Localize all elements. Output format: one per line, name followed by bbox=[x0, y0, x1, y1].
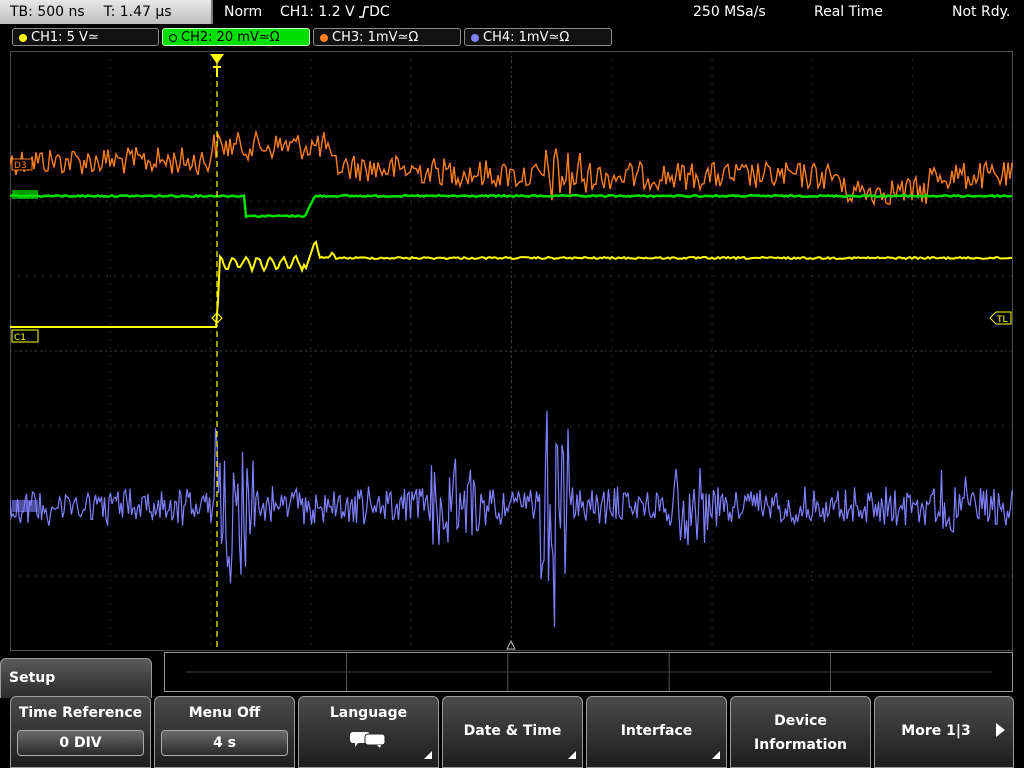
submenu-indicator-icon bbox=[712, 751, 720, 759]
date-time-key[interactable]: Date & Time bbox=[442, 696, 583, 768]
trigger-time-value: T: 1.47 µs bbox=[103, 4, 172, 20]
trigger-coupling: DC bbox=[369, 4, 390, 20]
waveform-display[interactable]: D3 C1 TL bbox=[10, 51, 1013, 651]
submenu-indicator-icon bbox=[424, 751, 432, 759]
trigger-mode[interactable]: Norm bbox=[224, 0, 262, 24]
tab-ch2[interactable]: CH2: 20 mV≃Ω bbox=[162, 28, 310, 46]
sample-rate: 250 MSa/s bbox=[693, 4, 766, 20]
tab-ch1[interactable]: CH1: 5 V≃ bbox=[12, 28, 159, 46]
ch4-marker[interactable] bbox=[12, 500, 38, 512]
ch2-color-icon bbox=[169, 34, 177, 42]
tab-ch2-label: CH2: 20 mV≃Ω bbox=[181, 30, 280, 45]
language-label: Language bbox=[329, 705, 408, 721]
ch3-marker[interactable]: D3 bbox=[11, 158, 33, 171]
menu-off-key[interactable]: Menu Off 4 s bbox=[154, 696, 295, 768]
menu-title: Setup bbox=[0, 658, 152, 698]
ch2-marker[interactable] bbox=[12, 190, 38, 199]
device-information-label-2: Information bbox=[754, 737, 847, 753]
zoom-strip[interactable] bbox=[164, 652, 1013, 692]
time-reference-label: Time Reference bbox=[18, 705, 143, 721]
ch3-color-icon bbox=[320, 34, 328, 42]
date-time-label: Date & Time bbox=[463, 723, 562, 739]
ch4-color-icon bbox=[471, 34, 479, 42]
strip-grid bbox=[185, 653, 992, 691]
ch3-marker-label: D3 bbox=[14, 161, 27, 171]
time-reference-key[interactable]: Time Reference 0 DIV bbox=[10, 696, 151, 768]
language-key[interactable]: Language bbox=[298, 696, 439, 768]
acquisition-state: Not Rdy. bbox=[952, 4, 1011, 20]
timebase-value: TB: 500 ns bbox=[10, 4, 85, 20]
tab-ch4[interactable]: CH4: 1mV≃Ω bbox=[464, 28, 612, 46]
submenu-indicator-icon bbox=[568, 751, 576, 759]
next-page-icon bbox=[996, 723, 1005, 737]
tab-ch3-label: CH3: 1mV≃Ω bbox=[332, 30, 419, 45]
tab-ch1-label: CH1: 5 V≃ bbox=[31, 30, 99, 45]
ch1-marker-label: C1 bbox=[14, 333, 26, 343]
rising-edge-icon bbox=[359, 2, 370, 18]
device-information-key[interactable]: Device Information bbox=[730, 696, 871, 768]
tab-ch3[interactable]: CH3: 1mV≃Ω bbox=[313, 28, 461, 46]
ch1-marker[interactable]: C1 bbox=[11, 329, 39, 343]
acquisition-mode: Real Time bbox=[814, 4, 883, 20]
interface-key[interactable]: Interface bbox=[586, 696, 727, 768]
more-label: More 1|3 bbox=[901, 723, 971, 739]
trigger-level-tag-label: TL bbox=[996, 315, 1008, 325]
channel-tabs: CH1: 5 V≃ CH2: 20 mV≃Ω CH3: 1mV≃Ω CH4: 1… bbox=[0, 26, 1024, 48]
more-key[interactable]: More 1|3 bbox=[874, 696, 1014, 768]
timebase-box[interactable]: TB: 500 ns T: 1.47 µs bbox=[0, 0, 213, 24]
tab-ch4-label: CH4: 1mV≃Ω bbox=[483, 30, 570, 45]
speech-bubbles-icon bbox=[349, 729, 389, 753]
interface-label: Interface bbox=[620, 723, 693, 739]
menu-off-label: Menu Off bbox=[188, 705, 261, 721]
ch1-color-icon bbox=[19, 34, 27, 42]
trigger-source[interactable]: CH1: 1.2 V DC bbox=[280, 0, 390, 24]
menu-off-value: 4 s bbox=[161, 730, 288, 756]
time-reference-value: 0 DIV bbox=[17, 730, 144, 756]
status-bar: TB: 500 ns T: 1.47 µs Norm CH1: 1.2 V DC… bbox=[0, 0, 1024, 25]
trigger-level: CH1: 1.2 V bbox=[280, 4, 355, 20]
device-information-label-1: Device bbox=[774, 713, 827, 729]
